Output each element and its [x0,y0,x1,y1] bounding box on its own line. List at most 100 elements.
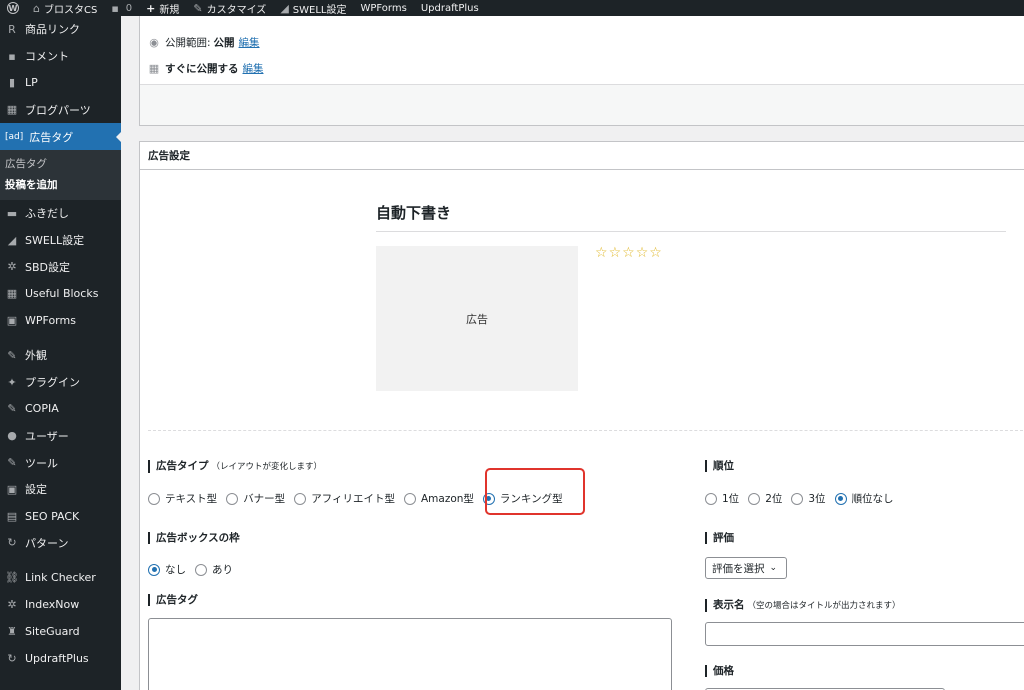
radio-circle-icon[interactable] [834,492,847,505]
sidebar-item-bottom-7[interactable]: ↻ パターン [0,530,121,557]
star-icon: ☆ [595,245,608,261]
radio-label: テキスト型 [165,493,218,505]
radio-circle-icon[interactable] [195,563,207,576]
site-name-label: ブロスタCS [43,4,98,16]
radio-circle-icon[interactable] [791,492,804,505]
rank-label-text: 順位 [713,460,734,472]
submenu-item-ad-tags[interactable]: 広告タグ [0,154,121,175]
rank-radio-0[interactable]: 1位 [705,491,739,506]
ad-settings-title: 広告設定 [140,142,1024,170]
radio-circle-icon[interactable] [148,492,160,505]
menu-icon: ▣ [6,482,18,496]
new-content-link[interactable]: + 新規 [139,0,186,16]
sidebar-item-mid-0[interactable]: ▬ ふきだし [0,200,121,227]
ad-type-radio-3[interactable]: Amazon型 [403,491,474,506]
sidebar-item-top-1[interactable]: ▪ コメント [0,43,121,70]
schedule-label: すぐに公開する [165,63,239,75]
menu-group-mid: ▬ ふきだし ◢ SWELL設定 ✲ SBD設定 ▦ Useful Blocks ▣ WPForm… [0,200,121,334]
sidebar-item-plugins-3[interactable]: ↻ UpdraftPlus [0,645,121,672]
sidebar-item-top-3[interactable]: ▦ ブログパーツ [0,96,121,123]
rank-options: 1位 2位 3位 順位なし [705,491,903,506]
sidebar-item-mid-2[interactable]: ✲ SBD設定 [0,254,121,281]
plus-icon: + [146,1,156,15]
ad-tag-label: 広告タグ [148,594,198,606]
ad-type-radio-1[interactable]: バナー型 [226,491,285,506]
sidebar-item-mid-1[interactable]: ◢ SWELL設定 [0,227,121,254]
sidebar-item-label: SWELL設定 [25,234,85,248]
sidebar-item-plugins-1[interactable]: ✲ IndexNow [0,591,121,618]
visibility-row: ◉ 公開範囲: 公開 編集 [148,35,260,50]
swell-settings-link[interactable]: ◢ SWELL設定 [273,0,353,16]
ad-type-radio-2[interactable]: アフィリエイト型 [294,491,395,506]
sidebar-item-label: LP [25,76,38,90]
sidebar-item-bottom-0[interactable]: ✎ 外観 [0,342,121,369]
rating-select[interactable]: 評価を選択 ⌄ [705,557,787,579]
display-name-input[interactable] [705,622,1024,646]
sidebar-item-label: ふきだし [25,207,69,221]
sidebar-item-bottom-1[interactable]: ✦ プラグイン [0,369,121,396]
ad-type-radio-4[interactable]: ランキング型 [482,491,563,506]
comments-link[interactable]: ▪ 0 [104,0,139,16]
publish-actions [140,84,1024,125]
menu-group-top: R 商品リンク ▪ コメント ▮ LP ▦ ブログパーツ [0,16,121,123]
radio-circle-icon[interactable] [294,492,307,505]
sidebar-item-label: SEO PACK [25,509,80,523]
site-name-link[interactable]: ⌂ ブロスタCS [26,0,104,16]
sidebar-item-plugins-2[interactable]: ♜ SiteGuard [0,618,121,645]
sidebar-item-label: ツール [25,456,58,470]
sidebar-item-bottom-6[interactable]: ▤ SEO PACK [0,503,121,530]
swell-icon: ◢ [280,1,289,15]
home-icon: ⌂ [33,1,40,15]
menu-icon: ↻ [7,651,17,665]
star-icon: ☆ [649,245,662,261]
sidebar-item-bottom-4[interactable]: ✎ ツール [0,449,121,476]
customize-link[interactable]: ✎ カスタマイズ [186,0,273,16]
sidebar-item-ad-tag[interactable]: [ad] 広告タグ [0,123,122,150]
sidebar-item-bottom-3[interactable]: ● ユーザー [0,422,121,449]
sidebar-item-label: 外観 [25,349,47,363]
preview-divider [376,231,1006,232]
sidebar-item-bottom-5[interactable]: ▣ 設定 [0,476,121,503]
border-radio-0[interactable]: なし [148,562,186,577]
price-label: 価格 [705,665,734,677]
menu-icon: ✎ [7,402,17,416]
wpforms-link[interactable]: WPForms [353,0,413,16]
radio-label: Amazon型 [420,493,474,505]
comment-icon: ▪ [111,1,119,15]
radio-circle-icon[interactable] [403,492,416,505]
menu-icon: ▤ [6,509,18,523]
ad-type-label: 広告タイプ （レイアウトが変化します） [148,460,322,473]
sidebar-item-mid-4[interactable]: ▣ WPForms [0,307,121,334]
sidebar-item-plugins-0[interactable]: ⛓ Link Checker [0,564,121,591]
display-name-label-text: 表示名 [713,599,745,611]
ad-type-label-text: 広告タイプ [156,460,209,472]
radio-circle-icon[interactable] [748,492,761,505]
updraftplus-link[interactable]: UpdraftPlus [414,0,486,16]
sidebar-item-top-0[interactable]: R 商品リンク [0,16,121,43]
schedule-edit-link[interactable]: 編集 [243,61,264,76]
section-divider [148,430,1024,431]
sidebar-item-mid-3[interactable]: ▦ Useful Blocks [0,280,121,307]
radio-circle-icon[interactable] [482,492,495,505]
rank-label: 順位 [705,460,734,472]
rank-radio-1[interactable]: 2位 [748,491,782,506]
submenu-item-add-new[interactable]: 投稿を追加 [0,175,121,196]
sidebar-item-top-2[interactable]: ▮ LP [0,70,121,97]
preview-title: 自動下書き [376,204,452,222]
sidebar-item-bottom-2[interactable]: ✎ COPIA [0,396,121,423]
radio-circle-icon[interactable] [226,492,239,505]
visibility-edit-link[interactable]: 編集 [239,35,260,50]
border-radio-1[interactable]: あり [195,562,233,577]
rank-radio-2[interactable]: 3位 [791,491,826,506]
ad-settings-box: 広告設定 自動下書き 広告 ☆ ☆ ☆ ☆ ☆ 広告タイプ （レイアウトが変化しま… [139,141,1024,690]
ad-type-radio-0[interactable]: テキスト型 [148,491,217,506]
ad-tag-textarea[interactable] [148,618,672,690]
radio-circle-icon[interactable] [705,492,717,505]
radio-label: 順位なし [851,493,894,505]
radio-circle-icon[interactable] [148,563,160,576]
rank-radio-3[interactable]: 順位なし [834,491,894,506]
wp-logo-button[interactable]: W [0,0,26,16]
menu-icon: ✎ [7,456,17,470]
display-name-note: （空の場合はタイトルが出力されます） [747,601,901,611]
ad-tag-submenu: 広告タグ 投稿を追加 [0,149,121,200]
